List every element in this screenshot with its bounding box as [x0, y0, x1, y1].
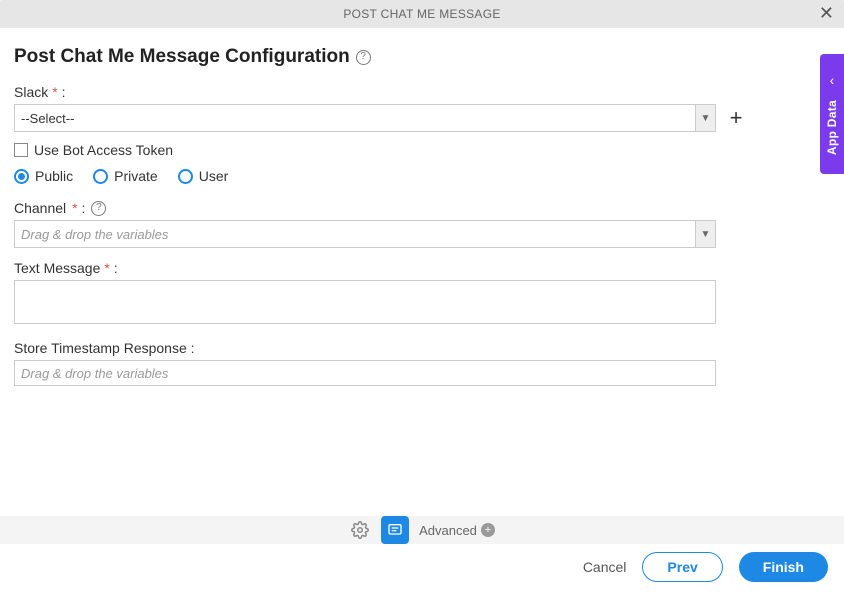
finish-button[interactable]: Finish	[739, 552, 828, 582]
message-icon[interactable]	[381, 516, 409, 544]
slack-select-row: --Select-- ▼ +	[14, 104, 830, 132]
slack-select-value: --Select--	[15, 111, 695, 126]
radio-icon	[93, 169, 108, 184]
channel-input-row: ▼	[14, 220, 716, 248]
radio-user-label: User	[199, 168, 229, 184]
prev-button[interactable]: Prev	[642, 552, 722, 582]
app-data-side-tab[interactable]: ‹ App Data	[820, 54, 844, 174]
content-area: Post Chat Me Message Configuration ? Sla…	[0, 28, 844, 386]
timestamp-input[interactable]	[14, 360, 716, 386]
channel-label-suffix: * :	[72, 200, 85, 216]
slack-field-group: Slack * : --Select-- ▼ +	[14, 84, 830, 132]
gear-icon[interactable]	[349, 519, 371, 541]
radio-private-label: Private	[114, 168, 158, 184]
slack-select[interactable]: --Select-- ▼	[14, 104, 716, 132]
visibility-radio-group: Public Private User	[14, 168, 830, 184]
channel-input[interactable]	[14, 220, 696, 248]
dialog-header: POST CHAT ME MESSAGE ✕	[0, 0, 844, 28]
text-message-input[interactable]	[14, 280, 716, 324]
text-message-group: Text Message * :	[14, 260, 830, 324]
side-tab-label: App Data	[825, 100, 839, 155]
help-icon[interactable]: ?	[356, 50, 371, 65]
advanced-label: Advanced	[419, 523, 477, 538]
add-slack-button[interactable]: +	[726, 108, 746, 128]
text-message-label-suffix: * :	[104, 260, 117, 276]
cancel-button[interactable]: Cancel	[583, 559, 627, 575]
text-message-label: Text Message	[14, 260, 100, 276]
radio-icon	[178, 169, 193, 184]
slack-label-suffix: * :	[52, 84, 65, 100]
checkbox-icon[interactable]	[14, 143, 28, 157]
radio-public-label: Public	[35, 168, 73, 184]
dialog-title: POST CHAT ME MESSAGE	[343, 7, 500, 21]
radio-public[interactable]: Public	[14, 168, 73, 184]
help-icon[interactable]: ?	[91, 201, 106, 216]
advanced-toggle[interactable]: Advanced +	[419, 523, 495, 538]
chevron-down-icon: ▼	[695, 105, 715, 131]
text-message-label-row: Text Message * :	[14, 260, 830, 276]
chevron-down-icon[interactable]: ▼	[696, 220, 716, 248]
channel-label-text: Channel	[14, 200, 66, 216]
close-icon[interactable]: ✕	[819, 4, 834, 22]
channel-field-group: Channel * : ? ▼	[14, 200, 830, 248]
timestamp-group: Store Timestamp Response :	[14, 340, 830, 386]
channel-label-row: Channel * : ?	[14, 200, 830, 216]
page-title-row: Post Chat Me Message Configuration ?	[14, 46, 830, 68]
plus-circle-icon: +	[481, 523, 495, 537]
slack-label: Slack * :	[14, 84, 830, 100]
footer-actions: Cancel Prev Finish	[583, 552, 828, 582]
chevron-left-icon: ‹	[830, 72, 835, 88]
bottom-toolbar: Advanced +	[0, 516, 844, 544]
use-bot-label: Use Bot Access Token	[34, 142, 173, 158]
radio-private[interactable]: Private	[93, 168, 158, 184]
timestamp-label: Store Timestamp Response :	[14, 340, 830, 356]
use-bot-checkbox-row[interactable]: Use Bot Access Token	[14, 142, 830, 158]
radio-icon	[14, 169, 29, 184]
slack-label-text: Slack	[14, 84, 48, 100]
radio-user[interactable]: User	[178, 168, 229, 184]
page-title: Post Chat Me Message Configuration	[14, 46, 350, 68]
